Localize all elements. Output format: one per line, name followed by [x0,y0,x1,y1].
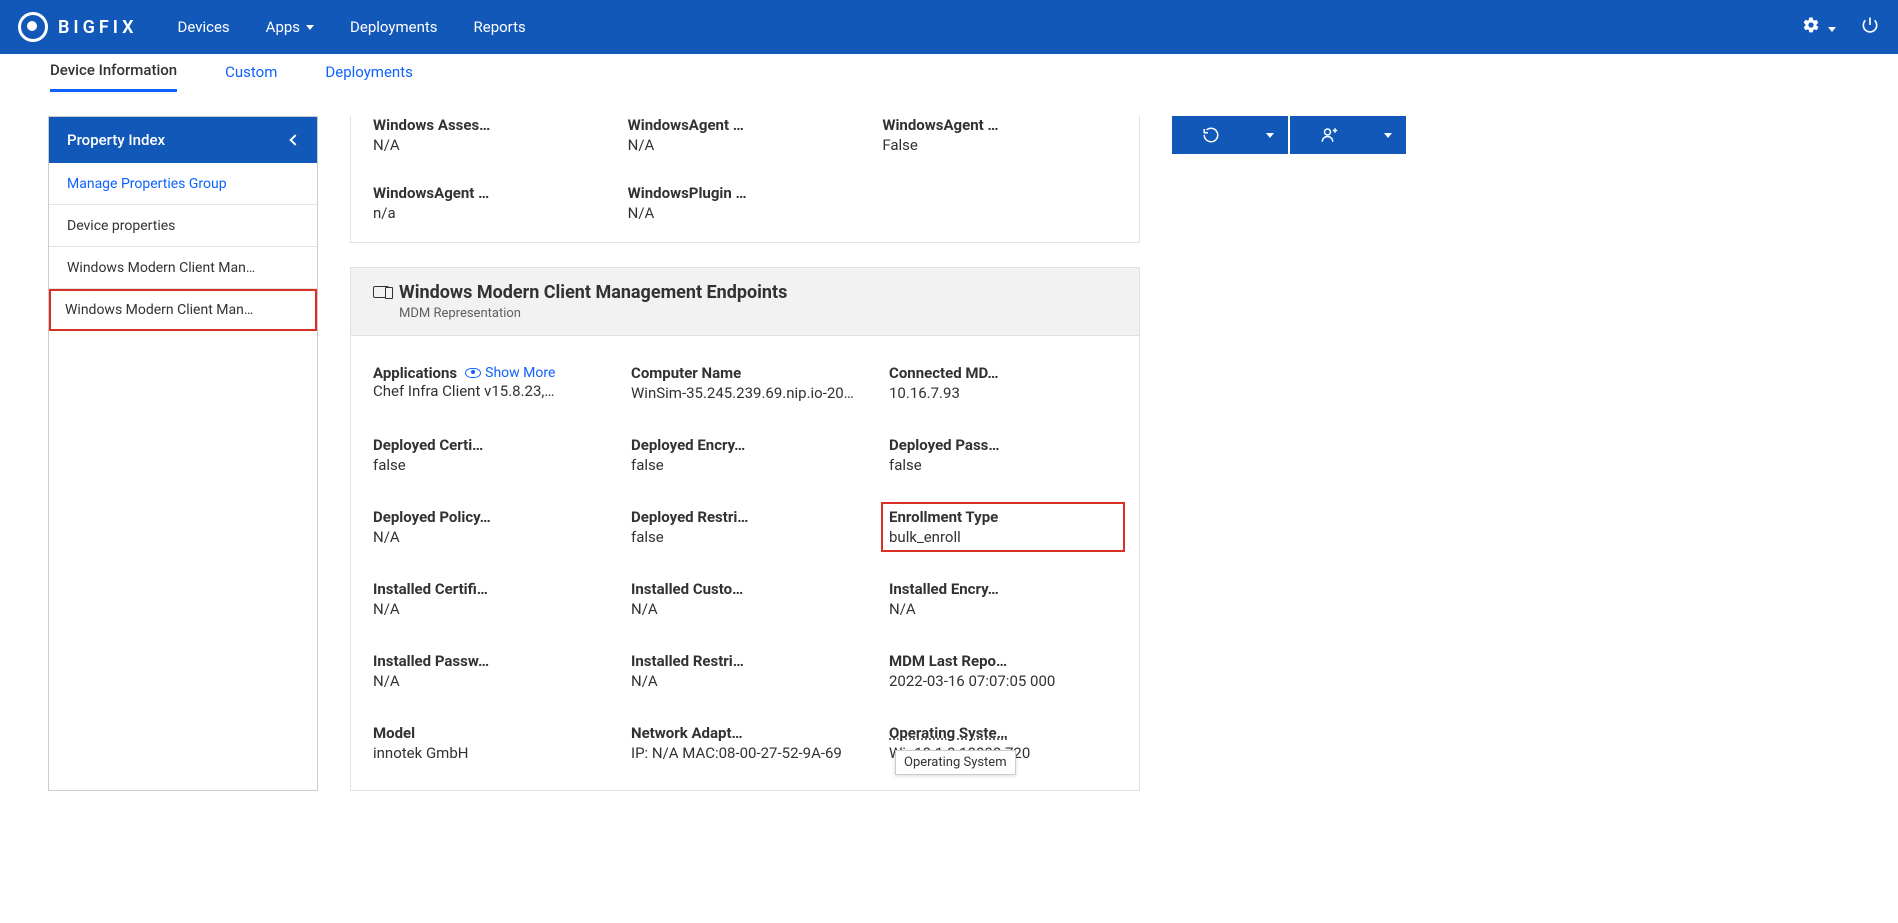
chevron-down-icon [306,25,314,30]
nav-devices[interactable]: Devices [178,18,230,36]
prop-model: Model innotek GmbH [373,724,601,762]
chevron-left-icon [289,134,300,145]
prop-computer-name: Computer Name WinSim-35.245.239.69.nip.i… [631,364,859,402]
prop-installed-certifi: Installed Certifi… N/A [373,580,601,618]
prop-enrollment-type: Enrollment Type bulk_enroll [889,508,1117,546]
prop-deployed-certi: Deployed Certi… false [373,436,601,474]
prop-deployed-restri: Deployed Restri… false [631,508,859,546]
section-subtitle: MDM Representation [399,306,787,321]
gear-icon[interactable] [1802,16,1836,38]
prop-mdm-last-repo: MDM Last Repo… 2022-03-16 07:07:05 000 [889,652,1117,690]
nav-apps[interactable]: Apps [266,18,314,36]
devices-icon [373,286,389,298]
sidebar-wmcm-2[interactable]: Windows Modern Client Man… [49,289,317,331]
prop-installed-passw: Installed Passw… N/A [373,652,601,690]
prop-windows-agent-1: WindowsAgent … N/A [628,116,863,154]
prop-operating-syste: Operating Syste… Win10 1 0 10000 720 Ope… [889,724,1117,762]
main: Property Index Manage Properties Group D… [0,96,1898,791]
tooltip-operating-system: Operating System [895,750,1016,775]
section-title: Windows Modern Client Management Endpoin… [399,282,787,304]
section-header: Windows Modern Client Management Endpoin… [351,268,1139,336]
eye-icon [465,368,481,378]
prop-installed-custo: Installed Custo… N/A [631,580,859,618]
prop-connected-md: Connected MD… 10.16.7.93 [889,364,1117,402]
sidebar-header[interactable]: Property Index [49,117,317,163]
prop-installed-encry: Installed Encry… N/A [889,580,1117,618]
tab-custom[interactable]: Custom [225,63,277,91]
action-buttons [1172,116,1406,154]
nav-reports[interactable]: Reports [474,18,526,36]
refresh-dropdown[interactable] [1250,116,1288,154]
sidebar-manage-properties[interactable]: Manage Properties Group [49,163,317,205]
sidebar-wmcm-1[interactable]: Windows Modern Client Man… [49,247,317,289]
prop-network-adapt: Network Adapt… IP: N/A MAC:08-00-27-52-9… [631,724,859,762]
tabs: Device Information Custom Deployments [0,58,1898,96]
prop-deployed-policy: Deployed Policy… N/A [373,508,601,546]
section-body: Applications Show More Chef Infra Client… [351,336,1139,790]
prop-applications: Applications Show More Chef Infra Client… [373,364,601,402]
wmcm-endpoints-card: Windows Modern Client Management Endpoin… [350,267,1140,791]
prop-windows-asses: Windows Asses… N/A [373,116,608,154]
sidebar-title: Property Index [67,131,165,149]
right-panel [1172,116,1406,791]
nav-deployments[interactable]: Deployments [350,18,437,36]
topbar: BIGFIX Devices Apps Deployments Reports [0,0,1898,54]
refresh-button[interactable] [1172,116,1250,154]
brand-logo: BIGFIX [18,12,138,42]
nav: Devices Apps Deployments Reports [178,18,526,36]
top-properties-card: Windows Asses… N/A WindowsAgent … N/A Wi… [350,116,1140,243]
tab-deployments[interactable]: Deployments [325,63,412,91]
logo-icon [18,12,48,42]
tab-device-information[interactable]: Device Information [50,61,177,92]
prop-windows-agent-3: WindowsAgent … n/a [373,184,608,222]
content: Windows Asses… N/A WindowsAgent … N/A Wi… [350,116,1140,791]
topbar-right [1802,15,1880,39]
show-more-link[interactable]: Show More [465,365,555,381]
user-action-button[interactable] [1290,116,1368,154]
prop-installed-restri: Installed Restri… N/A [631,652,859,690]
prop-deployed-pass: Deployed Pass… false [889,436,1117,474]
brand-text: BIGFIX [58,17,138,38]
prop-deployed-encry: Deployed Encry… false [631,436,859,474]
user-action-dropdown[interactable] [1368,116,1406,154]
chevron-down-icon [1828,27,1836,32]
prop-windows-agent-2: WindowsAgent … False [882,116,1117,154]
property-index-sidebar: Property Index Manage Properties Group D… [48,116,318,791]
power-icon[interactable] [1860,15,1880,39]
prop-windows-plugin: WindowsPlugin … N/A [628,184,863,222]
sidebar-device-properties[interactable]: Device properties [49,205,317,247]
